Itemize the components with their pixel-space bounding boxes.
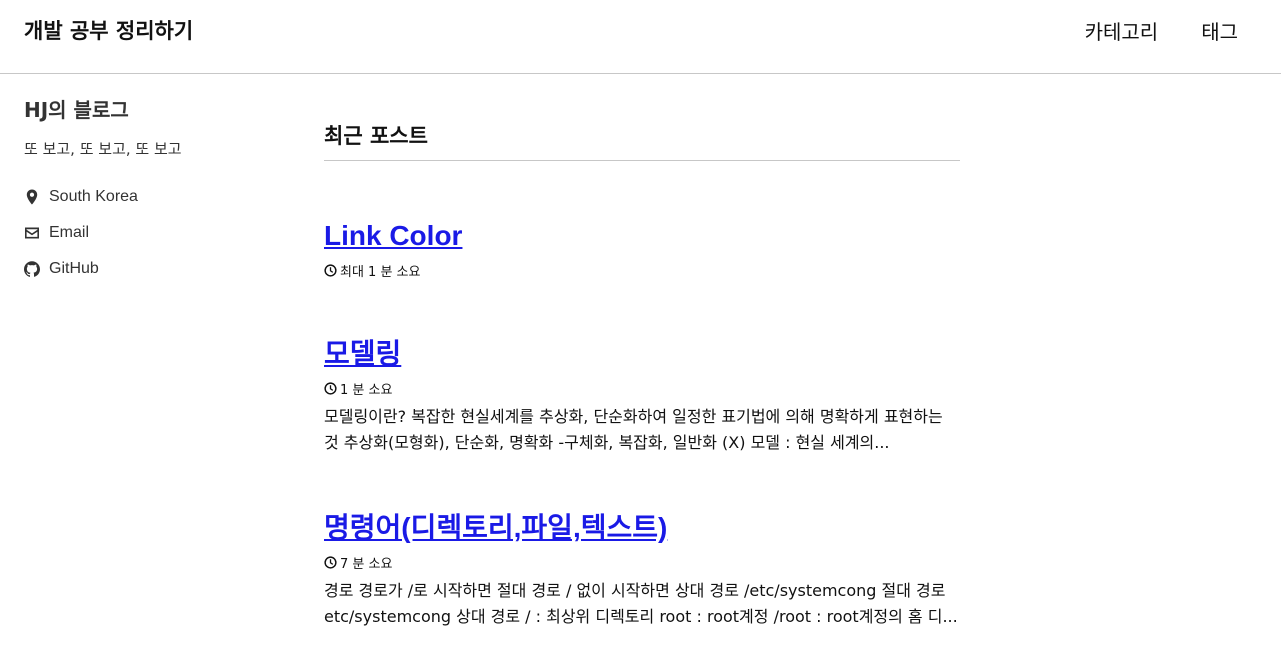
location-pin-icon	[26, 189, 38, 205]
post-meta: 7 분 소요	[324, 553, 960, 572]
author-location: South Korea	[24, 179, 284, 215]
post-title-link[interactable]: 모델링	[324, 337, 960, 371]
clock-icon	[324, 382, 337, 395]
site-title[interactable]: 개발 공부 정리하기	[24, 15, 193, 45]
post-excerpt: 모델링이란? 복잡한 현실세계를 추상화, 단순화하여 일정한 표기법에 의해 …	[324, 407, 943, 452]
author-links: South Korea Email GitHub	[24, 179, 284, 287]
author-bio: 또 보고, 또 보고, 또 보고	[24, 140, 182, 158]
clock-icon	[324, 264, 337, 277]
github-link[interactable]: GitHub	[49, 260, 99, 278]
post-item: 명령어(디렉토리,파일,텍스트) 7 분 소요 경로 경로가 /로 시작하면 절…	[324, 511, 960, 630]
email-link[interactable]: Email	[49, 224, 89, 242]
clock-icon	[324, 556, 337, 569]
author-sidebar: HJ의 블로그 또 보고, 또 보고, 또 보고 South Korea Ema…	[24, 94, 284, 287]
read-time: 7 분 소요	[340, 557, 393, 572]
post-item: 모델링 1 분 소요 모델링이란? 복잡한 현실세계를 추상화, 단순화하여 일…	[324, 337, 960, 456]
read-time: 1 분 소요	[340, 383, 393, 398]
author-name: HJ의 블로그	[24, 98, 129, 122]
masthead: 개발 공부 정리하기 카테고리 태그	[0, 0, 1281, 74]
location-label: South Korea	[49, 188, 138, 205]
recent-posts: 최근 포스트 Link Color 최대 1 분 소요 모델링 1 분 소요 모…	[324, 120, 960, 626]
post-excerpt: 경로 경로가 /로 시작하면 절대 경로 / 없이 시작하면 상대 경로 /et…	[324, 581, 958, 626]
nav-link-tags[interactable]: 태그	[1201, 16, 1238, 45]
section-title: 최근 포스트	[324, 120, 960, 161]
top-nav: 카테고리 태그	[1085, 16, 1281, 45]
post-meta: 최대 1 분 소요	[324, 261, 960, 280]
post-item: Link Color 최대 1 분 소요	[324, 219, 960, 280]
post-meta: 1 분 소요	[324, 379, 960, 398]
post-title-link[interactable]: 명령어(디렉토리,파일,텍스트)	[324, 511, 960, 545]
author-email: Email	[24, 215, 284, 251]
nav-link-categories[interactable]: 카테고리	[1085, 16, 1159, 45]
github-icon	[24, 261, 40, 277]
post-title-link[interactable]: Link Color	[324, 219, 960, 253]
envelope-icon	[25, 227, 39, 239]
author-github: GitHub	[24, 251, 284, 287]
read-time: 최대 1 분 소요	[340, 265, 421, 280]
